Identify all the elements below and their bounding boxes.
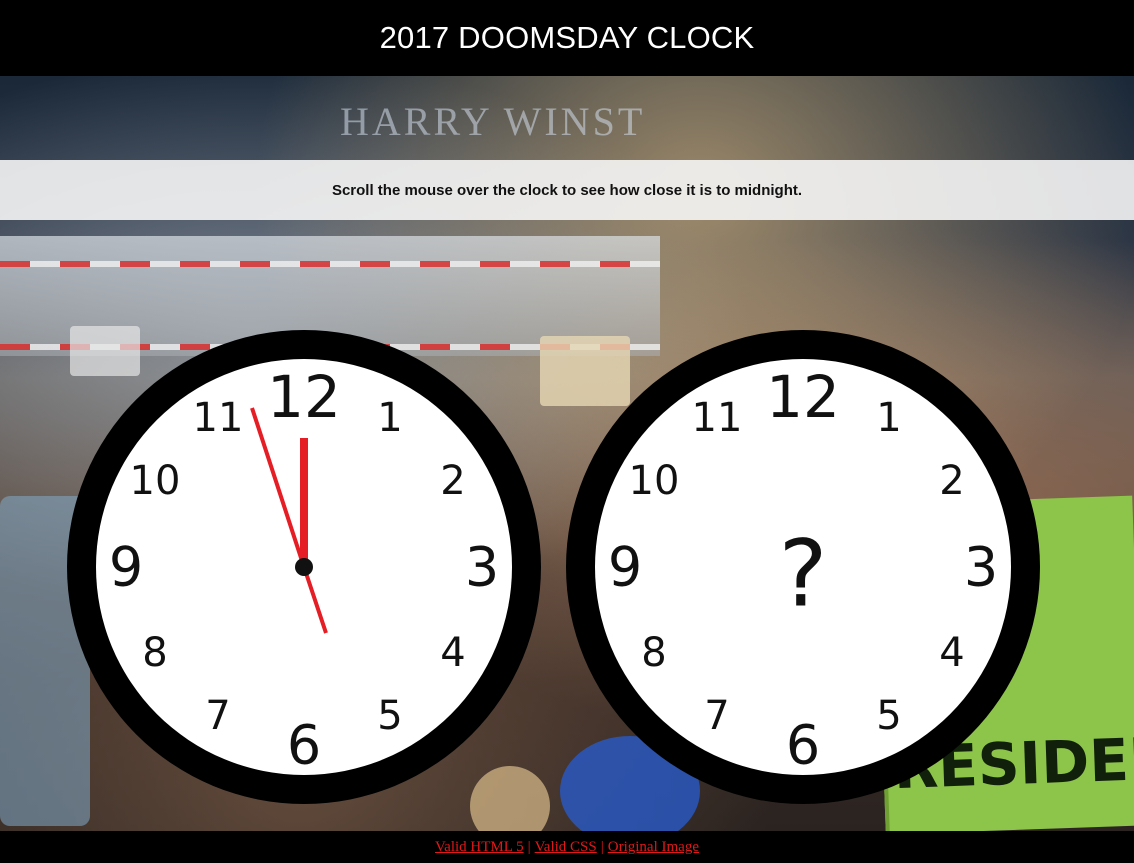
clock-numeral-3: 3	[465, 536, 499, 599]
clock-numeral-6: 6	[786, 714, 820, 777]
instructions-banner: Scroll the mouse over the clock to see h…	[0, 160, 1134, 220]
instructions-text: Scroll the mouse over the clock to see h…	[331, 181, 803, 199]
footer-separator: |	[527, 838, 531, 855]
clock-center-pin	[295, 558, 313, 576]
clock-numeral-11: 11	[193, 395, 244, 441]
original-image-link[interactable]: Original Image	[608, 839, 699, 856]
clock-numeral-11: 11	[692, 395, 743, 441]
footer: Valid HTML 5 | Valid CSS | Original Imag…	[0, 831, 1134, 863]
clock-numeral-9: 9	[608, 536, 642, 599]
clock-numeral-2: 2	[939, 458, 964, 504]
clock-face-svg: 12 1234567891011 ?	[595, 359, 1011, 777]
clock-numeral-1: 1	[377, 395, 402, 441]
clock-numeral-3: 3	[964, 536, 998, 599]
clock-numeral-8: 8	[641, 630, 666, 676]
clock-numeral-7: 7	[205, 693, 230, 739]
clock-numeral-9: 9	[109, 536, 143, 599]
page-header: 2017 DOOMSDAY CLOCK	[0, 0, 1134, 76]
clock-numeral-10: 10	[629, 458, 680, 504]
clock-numeral-12: 12	[766, 363, 840, 431]
hidden-clock[interactable]: 12 1 2 3 4 5 6 7 8 9 10 11 ?	[566, 330, 1040, 804]
footer-separator: |	[600, 838, 604, 855]
clock-numeral-1: 1	[876, 395, 901, 441]
clock-numeral-5: 5	[377, 693, 402, 739]
clock-numeral-5: 5	[876, 693, 901, 739]
question-mark-icon: ?	[779, 520, 828, 627]
clock-numeral-8: 8	[142, 630, 167, 676]
doomsday-clock[interactable]: 12 1 2 3 4 5 6 7 8 9 10 11	[67, 330, 541, 804]
valid-html-link[interactable]: Valid HTML 5	[435, 839, 524, 856]
truck-stripe	[0, 261, 660, 267]
clock-numeral-12: 12	[267, 363, 341, 431]
background-sign: HARRY WINST	[340, 99, 646, 144]
valid-css-link[interactable]: Valid CSS	[535, 839, 597, 856]
clock-numeral-4: 4	[440, 630, 465, 676]
page-title: 2017 DOOMSDAY CLOCK	[379, 20, 755, 55]
clock-numeral-2: 2	[440, 458, 465, 504]
clock-face-svg: 12 1234567891011	[96, 359, 512, 777]
clock-numeral-4: 4	[939, 630, 964, 676]
clock-numeral-6: 6	[287, 714, 321, 777]
clock-numeral-7: 7	[704, 693, 729, 739]
clock-numeral-10: 10	[130, 458, 181, 504]
